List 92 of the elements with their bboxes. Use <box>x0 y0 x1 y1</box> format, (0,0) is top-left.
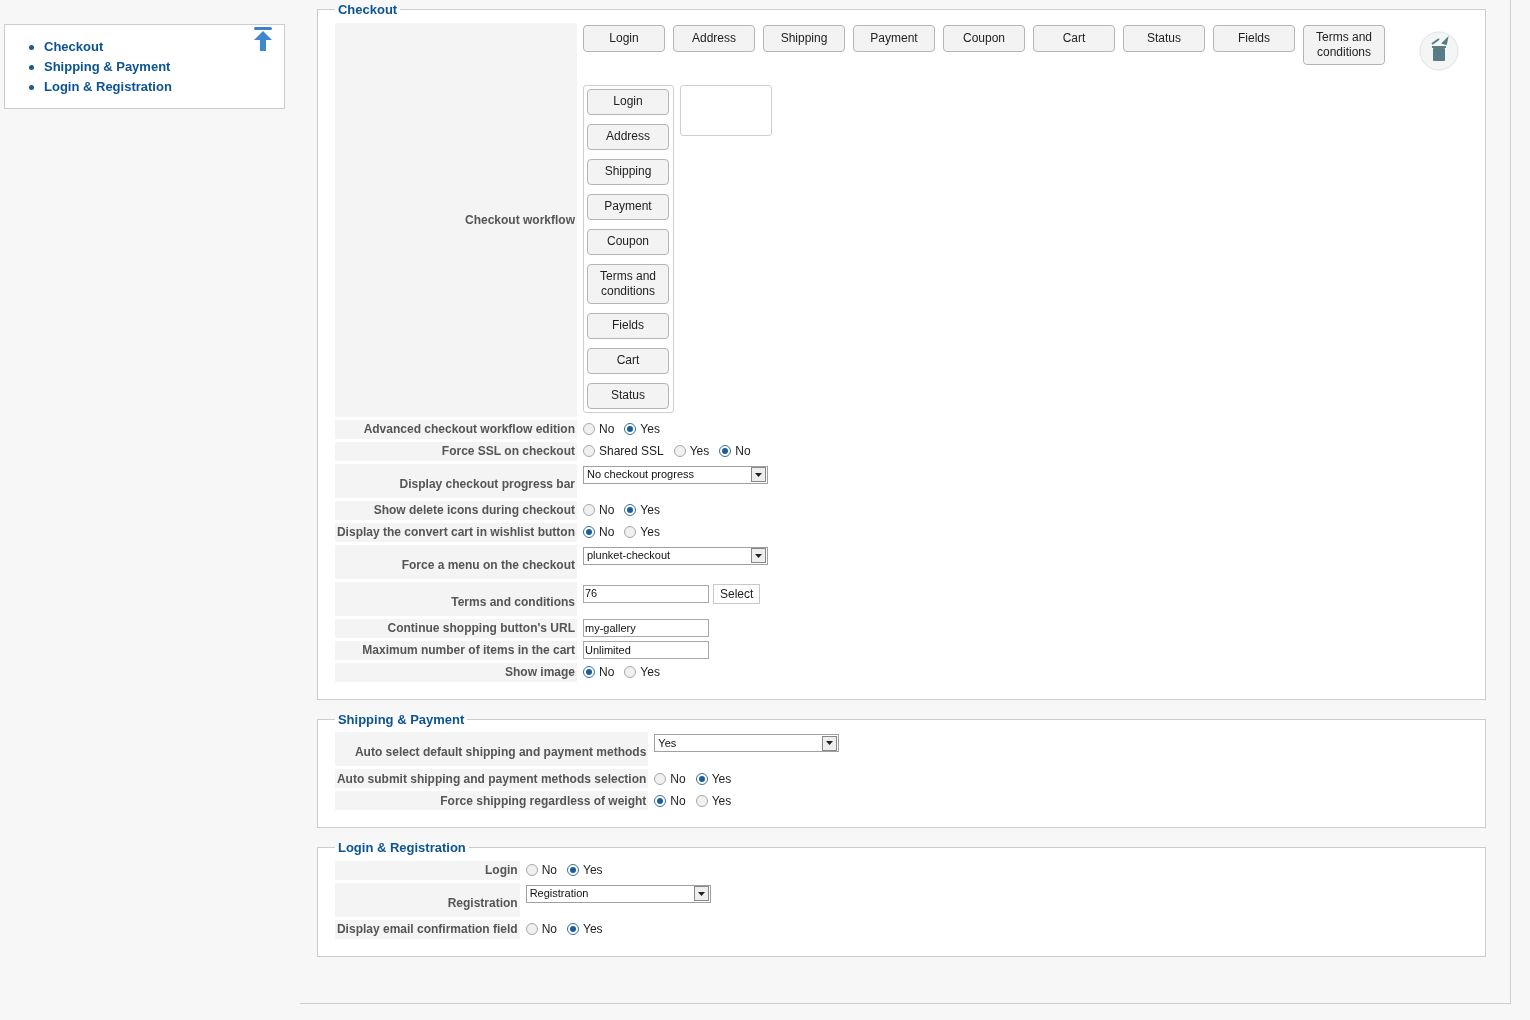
workflow-step-button[interactable]: Coupon <box>587 228 669 255</box>
radio-label: Yes <box>640 502 660 519</box>
workflow-step-button[interactable]: Coupon <box>943 24 1025 52</box>
workflow-step-button[interactable]: Terms and conditions <box>1303 24 1385 65</box>
radio-label: No <box>541 862 557 879</box>
radio-label: Yes <box>689 443 710 460</box>
text-field[interactable]: my-gallery <box>583 619 709 637</box>
radio-button[interactable] <box>654 772 667 785</box>
workflow-step-button[interactable]: Shipping <box>587 158 669 185</box>
radio-label: No <box>670 770 686 788</box>
radio-button[interactable] <box>624 504 637 516</box>
workflow-step-button[interactable]: Address <box>587 123 669 150</box>
workflow-step-button[interactable]: Shipping <box>763 24 845 52</box>
workflow-step-button[interactable]: Cart <box>1033 24 1115 52</box>
field-label: Display checkout progress bar <box>334 463 577 498</box>
radio-label: No <box>599 502 615 519</box>
section-title: Checkout <box>336 1 399 19</box>
dropdown[interactable]: No checkout progress <box>583 465 768 484</box>
field-label: Force SSL on checkout <box>334 441 577 461</box>
workflow-step-button[interactable]: Address <box>673 24 755 52</box>
field-label: Checkout workflow <box>334 22 577 417</box>
field-label: Continue shopping button's URL <box>334 618 577 638</box>
radio-button[interactable] <box>525 923 538 935</box>
radio-button[interactable] <box>624 666 637 678</box>
field-label: Show image <box>334 662 577 682</box>
section-title: Shipping & Payment <box>336 710 466 729</box>
field-label: Terms and conditions <box>334 581 577 616</box>
navigation-link[interactable]: Login & Registration <box>44 77 172 97</box>
navigation-link[interactable]: Checkout <box>44 37 104 57</box>
radio-button[interactable] <box>583 445 595 457</box>
radio-label: No <box>541 921 557 938</box>
field-label: Auto select default shipping and payment methods <box>334 732 649 766</box>
radio-button[interactable] <box>719 445 732 457</box>
workflow-step-button[interactable]: Login <box>583 24 665 52</box>
bullet-icon <box>29 44 34 50</box>
field-label: Force a menu on the checkout <box>334 544 577 579</box>
dropdown[interactable]: Yes <box>654 734 840 752</box>
workflow-step-button[interactable]: Fields <box>587 312 669 339</box>
radio-button[interactable] <box>654 794 667 807</box>
radio-button[interactable] <box>624 526 637 538</box>
radio-label: Yes <box>640 664 660 681</box>
radio-button[interactable] <box>525 864 538 876</box>
radio-button[interactable] <box>583 423 595 435</box>
arrow-up-icon[interactable] <box>252 27 274 53</box>
text-field[interactable]: 76 <box>583 584 709 603</box>
radio-label: No <box>599 524 615 541</box>
dropdown[interactable]: Registration <box>525 884 711 903</box>
navigation-link[interactable]: Shipping & Payment <box>44 57 171 77</box>
radio-label: No <box>599 664 615 681</box>
bullet-icon <box>29 84 34 90</box>
radio-label: Yes <box>711 770 732 788</box>
radio-button[interactable] <box>583 526 595 538</box>
text-field[interactable]: Unlimited <box>583 641 709 659</box>
field-label: Show delete icons during checkout <box>334 500 577 520</box>
workflow-step-button[interactable]: Status <box>1123 24 1205 52</box>
workflow-step-button[interactable]: Fields <box>1213 24 1295 52</box>
field-label: Force shipping regardless of weight <box>334 791 649 810</box>
radio-label: Yes <box>640 524 660 541</box>
select-button[interactable]: Select <box>713 583 761 604</box>
radio-label: Shared SSL <box>599 443 664 460</box>
field-label: Display email confirmation field <box>334 919 520 939</box>
field-label: Advanced checkout workflow edition <box>334 419 577 439</box>
radio-button[interactable] <box>695 772 708 785</box>
radio-label: No <box>735 443 751 460</box>
radio-label: Yes <box>640 421 660 438</box>
workflow-step-button[interactable]: Status <box>587 382 669 409</box>
dropdown[interactable]: plunket-checkout <box>583 546 768 565</box>
workflow-step-button[interactable]: Cart <box>587 347 669 374</box>
field-label: Display the convert cart in wishlist button <box>334 522 577 542</box>
radio-button[interactable] <box>673 445 686 457</box>
field-label: Auto submit shipping and payment methods selection <box>334 769 649 788</box>
radio-label: No <box>599 421 615 438</box>
radio-button[interactable] <box>583 504 595 516</box>
bullet-icon <box>29 64 34 70</box>
radio-label: No <box>670 792 686 810</box>
radio-button[interactable] <box>567 923 579 935</box>
workflow-step-button[interactable]: Terms and conditions <box>587 263 669 304</box>
field-label: Login <box>334 860 520 880</box>
radio-button[interactable] <box>567 864 579 876</box>
workflow-step-button[interactable]: Login <box>587 88 669 115</box>
radio-button[interactable] <box>583 666 595 678</box>
radio-button[interactable] <box>695 794 708 807</box>
radio-label: Yes <box>583 862 603 879</box>
radio-label: Yes <box>711 792 732 810</box>
trash-icon[interactable] <box>1419 30 1459 71</box>
field-label: Registration <box>334 882 520 917</box>
section-title: Login & Registration <box>336 839 467 857</box>
radio-button[interactable] <box>624 423 637 435</box>
workflow-step-button[interactable]: Payment <box>587 193 669 220</box>
radio-label: Yes <box>583 921 603 938</box>
field-label: Maximum number of items in the cart <box>334 640 577 660</box>
workflow-step-button[interactable]: Payment <box>853 24 935 52</box>
